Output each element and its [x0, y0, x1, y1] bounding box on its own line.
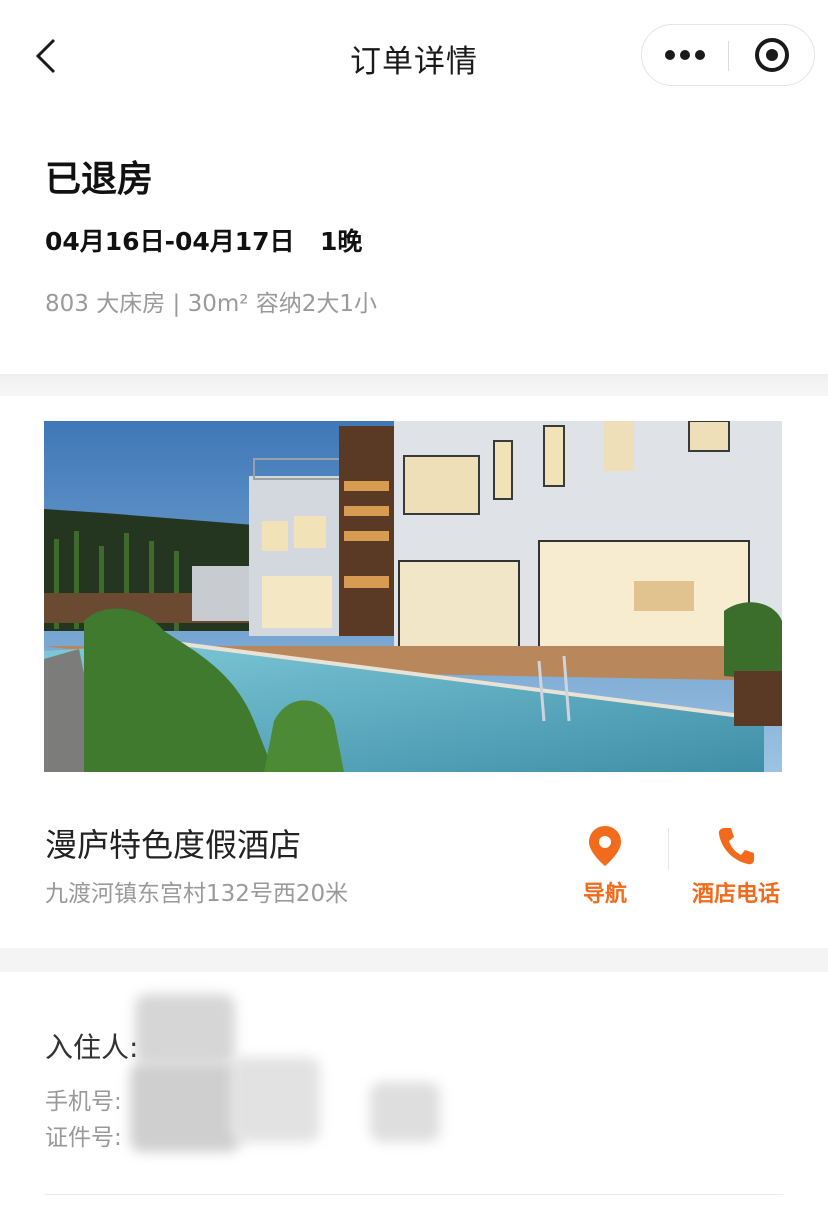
guest-name-label: 入住人: [45, 1031, 139, 1064]
hotel-address: 九渡河镇东宫村132号西20米 [45, 881, 349, 907]
hotel-name: 漫庐特色度假酒店 [45, 826, 302, 864]
section-divider [0, 374, 828, 396]
redaction-blur [370, 1082, 440, 1142]
guest-phone-label: 手机号: [45, 1089, 122, 1115]
close-miniprogram-button[interactable] [729, 25, 815, 85]
hotel-card: 漫庐特色度假酒店 九渡河镇东宫村132号西20米 导航 酒店电话 [0, 396, 828, 948]
location-pin-icon [589, 826, 621, 866]
section-bottom-line [45, 1194, 783, 1195]
section-divider [0, 948, 828, 972]
target-circle-icon [755, 38, 789, 72]
navigation-bar: 订单详情 [0, 0, 828, 112]
hotel-phone-label: 酒店电话 [691, 882, 780, 907]
capsule-menu [641, 24, 815, 86]
order-status-card: 已退房 04月16日-04月17日 1晚 803 大床房 | 30m² 容纳2大… [0, 112, 828, 374]
more-dots-icon [665, 50, 675, 60]
hotel-photo-illustration [44, 421, 782, 772]
navigate-label: 导航 [582, 882, 627, 907]
phone-icon [718, 828, 754, 865]
stay-dates: 04月16日-04月17日 [45, 227, 295, 256]
action-divider [668, 828, 669, 870]
navigate-button[interactable]: 导航 [570, 824, 640, 908]
more-button[interactable] [642, 25, 728, 85]
stay-nights: 1晚 [320, 227, 363, 256]
guest-info-card: 入住人: 手机号: 证件号: [0, 972, 828, 1225]
hotel-photo[interactable] [44, 421, 782, 772]
redaction-blur [130, 1062, 240, 1152]
hotel-phone-button[interactable]: 酒店电话 [680, 824, 792, 908]
guest-id-label: 证件号: [45, 1125, 122, 1151]
order-status: 已退房 [45, 159, 154, 200]
redaction-blur [135, 994, 235, 1064]
redaction-blur [230, 1057, 320, 1142]
room-info: 803 大床房 | 30m² 容纳2大1小 [45, 291, 378, 317]
